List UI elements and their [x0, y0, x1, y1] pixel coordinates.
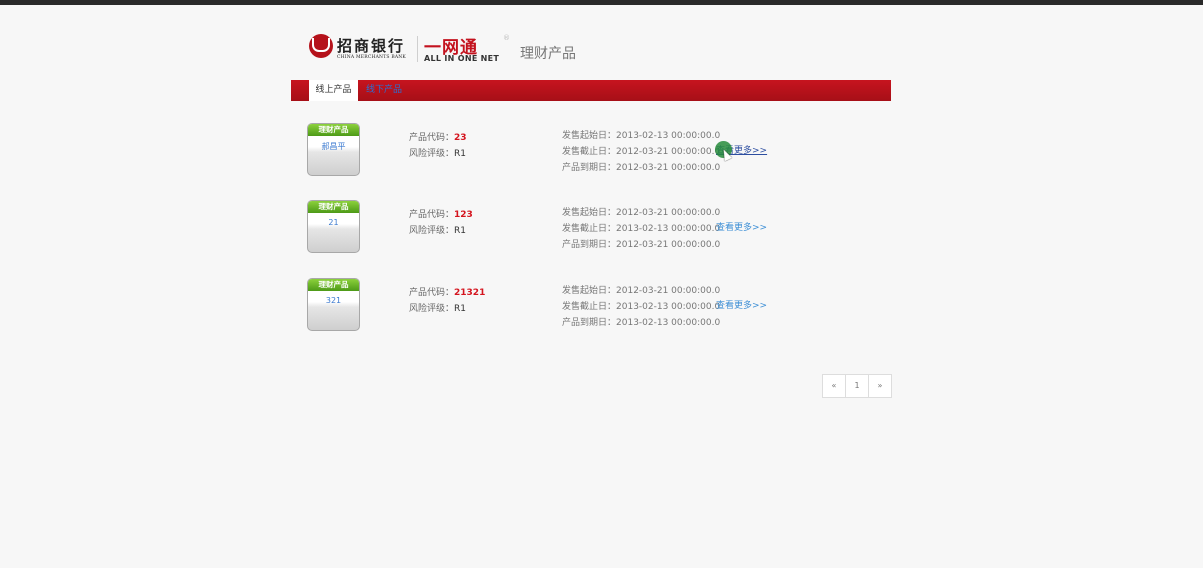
product-dates: 发售起始日：2013-02-13 00:00:00.0 发售截止日：2012-0…: [562, 128, 720, 176]
page-title: 理财产品: [520, 46, 576, 62]
end-label: 发售截止日：: [562, 302, 617, 312]
product-dates: 发售起始日：2012-03-21 00:00:00.0 发售截止日：2013-0…: [562, 205, 720, 253]
page-header: 招商银行 CHINA MERCHANTS BANK 一网通 ® ALL IN O…: [307, 30, 891, 70]
start-date: 2013-02-13 00:00:00.0: [616, 131, 721, 141]
product-card[interactable]: 理财产品 21: [307, 200, 360, 253]
product-code: 23: [454, 133, 467, 143]
product-name: 321: [325, 296, 342, 305]
risk-label: 风险评级：: [409, 226, 455, 236]
maturity-date: 2013-02-13 00:00:00.0: [616, 318, 721, 328]
bank-name-en: CHINA MERCHANTS BANK: [337, 55, 406, 60]
view-more-link[interactable]: 查看更多>>: [716, 220, 767, 233]
risk-level: R1: [454, 149, 466, 159]
card-header: 理财产品: [308, 124, 359, 136]
product-code: 123: [454, 210, 473, 220]
registered-mark: ®: [503, 34, 510, 42]
maturity-date: 2012-03-21 00:00:00.0: [616, 163, 721, 173]
start-label: 发售起始日：: [562, 286, 617, 296]
end-date: 2013-02-13 00:00:00.0: [616, 224, 721, 234]
product-codes: 产品代码：23 风险评级：R1: [409, 130, 467, 162]
start-date: 2012-03-21 00:00:00.0: [616, 286, 721, 296]
end-date: 2013-02-13 00:00:00.0: [616, 302, 721, 312]
next-page-button[interactable]: »: [868, 375, 891, 397]
product-codes: 产品代码：123 风险评级：R1: [409, 207, 473, 239]
start-label: 发售起始日：: [562, 131, 617, 141]
product-dates: 发售起始日：2012-03-21 00:00:00.0 发售截止日：2013-0…: [562, 283, 720, 331]
product-nav: 线上产品 线下产品: [291, 80, 891, 101]
product-row: 理财产品 21 产品代码：123 风险评级：R1 发售起始日：2012-03-2…: [307, 200, 867, 260]
page-1-button[interactable]: 1: [845, 375, 868, 397]
view-more-link[interactable]: 查看更多>>: [716, 298, 767, 311]
maturity-date: 2012-03-21 00:00:00.0: [616, 240, 721, 250]
risk-level: R1: [454, 304, 466, 314]
start-label: 发售起始日：: [562, 208, 617, 218]
bank-name: 招商银行: [337, 37, 406, 55]
product-row: 理财产品 郝昌平 产品代码：23 风险评级：R1 发售起始日：2013-02-1…: [307, 123, 867, 183]
end-label: 发售截止日：: [562, 224, 617, 234]
maturity-label: 产品到期日：: [562, 318, 617, 328]
top-bar: [0, 0, 1203, 5]
code-label: 产品代码：: [409, 133, 455, 143]
product-card[interactable]: 理财产品 郝昌平: [307, 123, 360, 176]
product-name: 郝昌平: [321, 142, 346, 151]
card-header: 理财产品: [308, 279, 359, 291]
risk-level: R1: [454, 226, 466, 236]
product-card[interactable]: 理财产品 321: [307, 278, 360, 331]
product-row: 理财产品 321 产品代码：21321 风险评级：R1 发售起始日：2012-0…: [307, 278, 867, 338]
product-code: 21321: [454, 288, 486, 298]
prev-page-button[interactable]: «: [823, 375, 845, 397]
tab-online-products[interactable]: 线上产品: [309, 80, 358, 101]
cmb-logo-icon: [309, 34, 333, 58]
end-date: 2012-03-21 00:00:00.0: [616, 147, 721, 157]
start-date: 2012-03-21 00:00:00.0: [616, 208, 721, 218]
card-header: 理财产品: [308, 201, 359, 213]
risk-label: 风险评级：: [409, 304, 455, 314]
maturity-label: 产品到期日：: [562, 163, 617, 173]
header-divider: [417, 36, 418, 62]
code-label: 产品代码：: [409, 288, 455, 298]
product-codes: 产品代码：21321 风险评级：R1: [409, 285, 485, 317]
all-in-one-en: ALL IN ONE NET: [424, 54, 500, 63]
pagination: « 1 »: [822, 374, 892, 398]
tab-offline-products[interactable]: 线下产品: [366, 80, 402, 101]
end-label: 发售截止日：: [562, 147, 617, 157]
code-label: 产品代码：: [409, 210, 455, 220]
product-name: 21: [328, 218, 339, 227]
risk-label: 风险评级：: [409, 149, 455, 159]
maturity-label: 产品到期日：: [562, 240, 617, 250]
